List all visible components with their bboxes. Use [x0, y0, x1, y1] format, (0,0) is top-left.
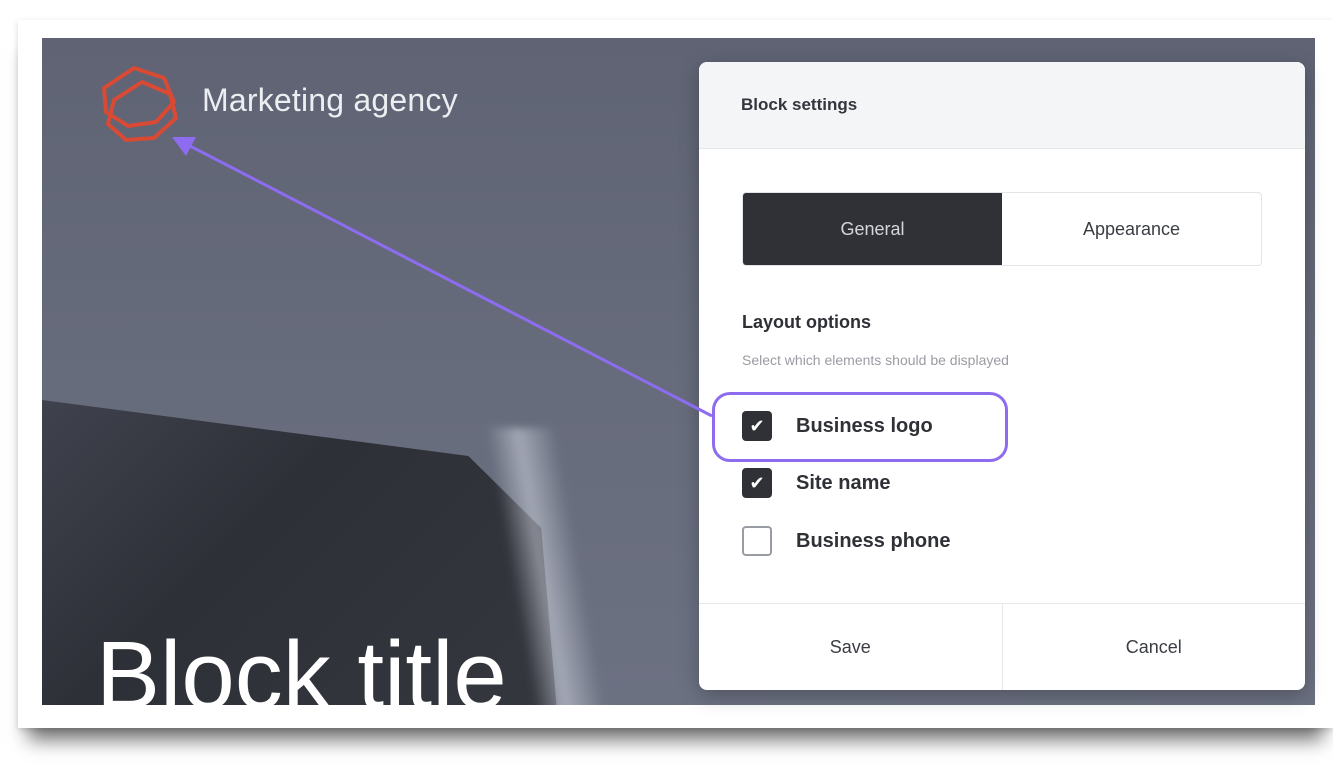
- block-settings-panel: Block settings General Appearance Layout…: [699, 62, 1305, 690]
- option-business-phone[interactable]: Business phone: [742, 526, 950, 556]
- layout-options-description: Select which elements should be displaye…: [742, 352, 1009, 368]
- cancel-button[interactable]: Cancel: [1001, 604, 1306, 690]
- layout-options-title: Layout options: [742, 312, 871, 332]
- save-button[interactable]: Save: [699, 604, 1002, 690]
- option-label: Site name: [796, 471, 891, 494]
- annotation-highlight-box: [712, 392, 1008, 462]
- hexagon-logo-icon: [102, 66, 178, 142]
- option-label: Business phone: [796, 529, 951, 552]
- checkmark-icon: ✔: [749, 473, 765, 493]
- site-name-checkbox[interactable]: ✔: [742, 468, 772, 498]
- panel-footer: Save Cancel: [699, 603, 1305, 690]
- site-brand-name: Marketing agency: [202, 82, 458, 118]
- business-phone-checkbox[interactable]: [742, 526, 772, 556]
- tab-general[interactable]: General: [743, 193, 1002, 265]
- tab-appearance[interactable]: Appearance: [1002, 193, 1261, 265]
- settings-tabs: General Appearance: [742, 192, 1262, 266]
- block-title-heading: Block title: [96, 622, 507, 729]
- option-site-name[interactable]: ✔ Site name: [742, 468, 890, 498]
- panel-title: Block settings: [699, 62, 1305, 149]
